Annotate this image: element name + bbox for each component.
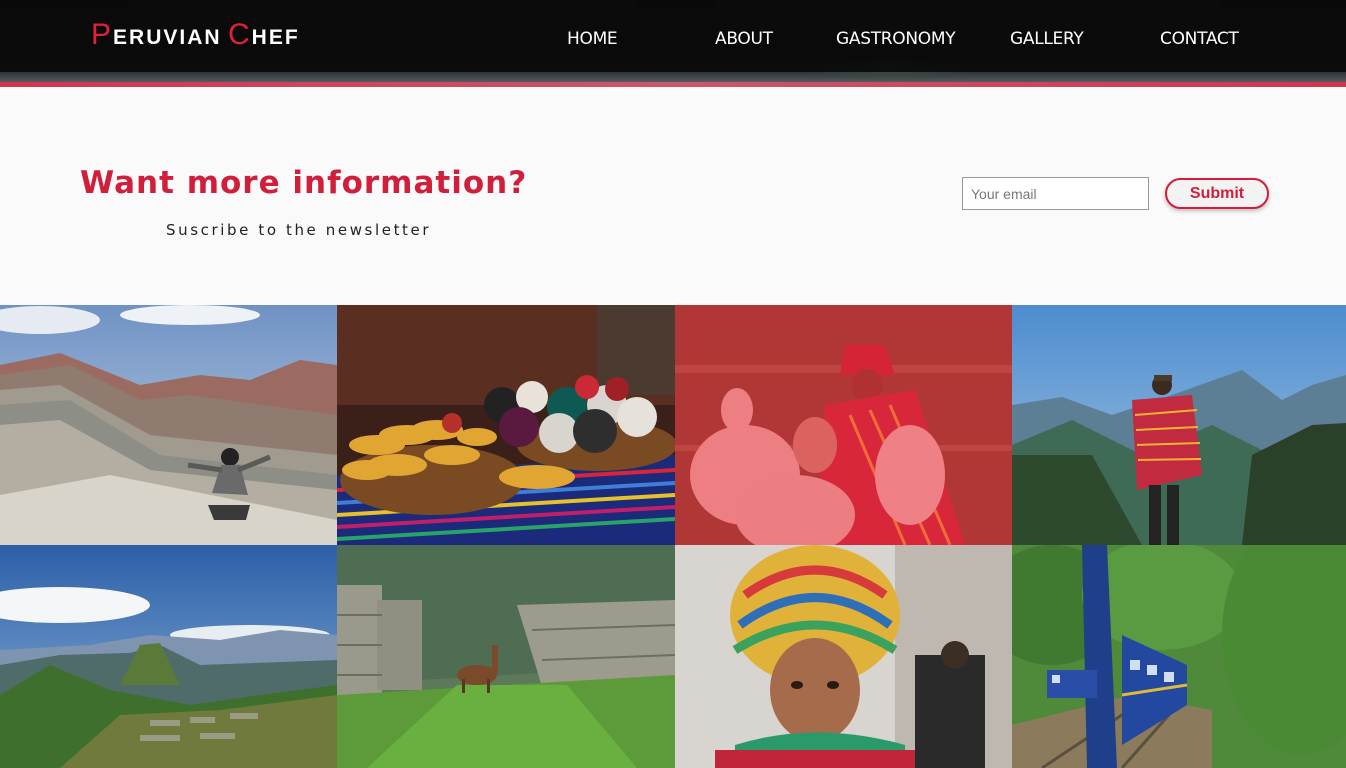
newsletter-section: Want more information? Suscribe to the n… [0, 87, 1346, 305]
gallery-image-rainbow-mountain[interactable] [0, 305, 337, 545]
andes-hiker-photo [1012, 305, 1346, 545]
logo-initial: C [227, 18, 252, 51]
gallery-image-corn-and-yarn[interactable] [337, 305, 675, 545]
logo-text: HEF [251, 26, 300, 49]
newsletter-subtitle: Suscribe to the newsletter [166, 221, 432, 239]
submit-button[interactable]: Submit [1165, 178, 1269, 209]
nav-contact[interactable]: CONTACT [1160, 29, 1239, 49]
machu-picchu-photo [0, 545, 337, 768]
child-in-chullo-photo [675, 545, 1012, 768]
photo-gallery [0, 305, 1346, 768]
blue-train-photo [1012, 545, 1346, 768]
email-input[interactable] [962, 177, 1149, 210]
site-logo[interactable]: PERUVIAN CHEF [91, 18, 300, 52]
gallery-image-llama-ruins[interactable] [337, 545, 675, 768]
nav-gastronomy[interactable]: GASTRONOMY [836, 29, 956, 49]
newsletter-title: Want more information? [80, 165, 528, 201]
logo-text: ERUVIAN [113, 26, 222, 49]
nav-about[interactable]: ABOUT [715, 29, 773, 49]
gallery-image-andes-hiker[interactable] [1012, 305, 1346, 545]
gallery-image-blue-train[interactable] [1012, 545, 1346, 768]
corn-and-yarn-photo [337, 305, 675, 545]
logo-initial: P [91, 18, 114, 51]
nav-gallery[interactable]: GALLERY [1010, 29, 1084, 49]
navbar: PERUVIAN CHEF HOME ABOUT GASTRONOMY GALL… [0, 0, 1346, 72]
gallery-image-child-in-chullo[interactable] [675, 545, 1012, 768]
nav-home[interactable]: HOME [567, 29, 618, 49]
hover-overlay [675, 305, 1012, 545]
site-header: PERUVIAN CHEF HOME ABOUT GASTRONOMY GALL… [0, 0, 1346, 87]
gallery-image-machu-picchu[interactable] [0, 545, 337, 768]
llama-ruins-photo [337, 545, 675, 768]
rainbow-mountain-photo [0, 305, 337, 545]
gallery-image-llama-herder[interactable] [675, 305, 1012, 545]
